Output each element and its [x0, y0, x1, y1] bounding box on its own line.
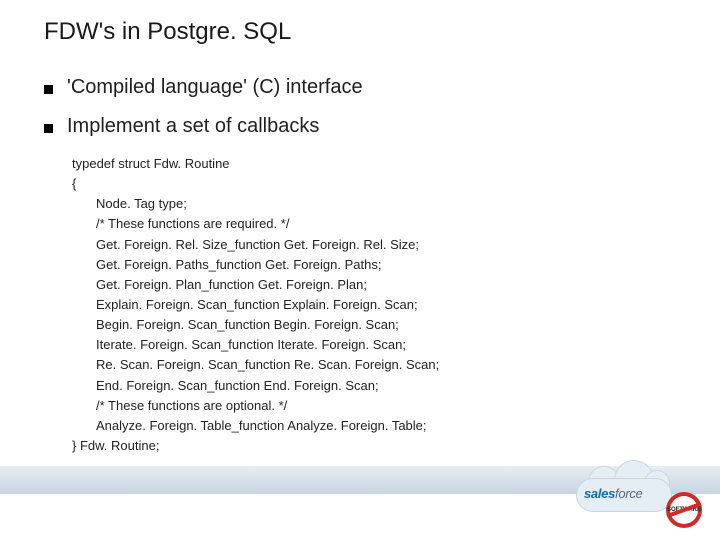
code-line: Get. Foreign. Plan_function Get. Foreign…	[96, 275, 720, 295]
slide-title: FDW's in Postgre. SQL	[44, 18, 720, 46]
code-line: } Fdw. Routine;	[72, 436, 720, 456]
code-line: Get. Foreign. Paths_function Get. Foreig…	[96, 255, 720, 275]
code-line: Get. Foreign. Rel. Size_function Get. Fo…	[96, 235, 720, 255]
code-line: Node. Tag type;	[96, 194, 720, 214]
no-software-badge-icon: SOFTWARE	[666, 492, 702, 528]
code-line: Begin. Foreign. Scan_function Begin. For…	[96, 315, 720, 335]
salesforce-logo: salesforce SOFTWARE	[576, 464, 696, 524]
code-line: /* These functions are required. */	[96, 214, 720, 234]
logo-text: salesforce	[584, 486, 642, 501]
code-line: Re. Scan. Foreign. Scan_function Re. Sca…	[96, 355, 720, 375]
bullet-text: Implement a set of callbacks	[67, 115, 319, 138]
logo-force: force	[615, 486, 642, 501]
bullet-item: 'Compiled language' (C) interface	[44, 76, 720, 99]
bullet-item: Implement a set of callbacks	[44, 115, 720, 138]
code-line: /* These functions are optional. */	[96, 396, 720, 416]
code-line: Analyze. Foreign. Table_function Analyze…	[96, 416, 720, 436]
code-line: End. Foreign. Scan_function End. Foreign…	[96, 376, 720, 396]
code-line: typedef struct Fdw. Routine	[72, 154, 720, 174]
code-line: Explain. Foreign. Scan_function Explain.…	[96, 295, 720, 315]
code-block: typedef struct Fdw. Routine { Node. Tag …	[72, 154, 720, 456]
bullet-text: 'Compiled language' (C) interface	[67, 76, 363, 99]
bullet-marker-icon	[44, 124, 53, 133]
bullet-marker-icon	[44, 85, 53, 94]
cloud-icon: salesforce SOFTWARE	[576, 464, 696, 524]
code-line: {	[72, 174, 720, 194]
no-software-label: SOFTWARE	[670, 496, 698, 524]
code-line: Iterate. Foreign. Scan_function Iterate.…	[96, 335, 720, 355]
logo-sales: sales	[584, 486, 615, 501]
